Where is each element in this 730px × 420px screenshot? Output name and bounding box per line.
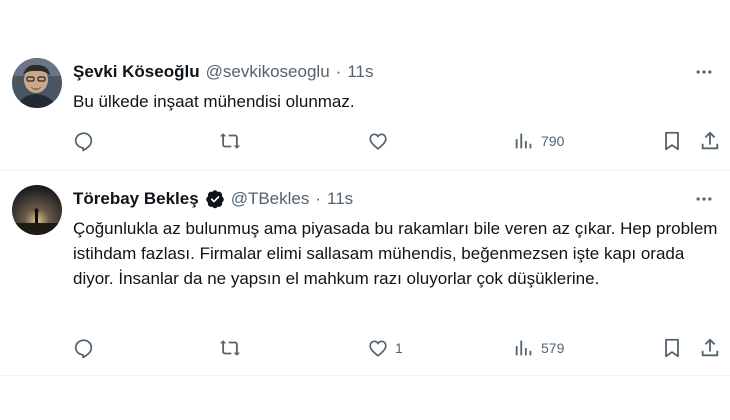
like-button[interactable]: 1 [367,333,403,363]
avatar[interactable] [12,58,62,108]
separator-dot: · [335,62,342,81]
tweet-card[interactable]: Törebay Bekleş @TBekles · 11s Çoğunlukla… [0,171,730,376]
tweet-card[interactable]: Şevki Köseoğlu @sevkikoseoglu · 11s Bu ü… [0,40,730,171]
timestamp[interactable]: 11s [327,189,353,209]
tweet-actions: 1 579 [73,333,722,363]
views-count: 579 [541,340,565,356]
tweet-header: Şevki Köseoğlu @sevkikoseoglu · 11s [73,60,373,84]
share-icon [701,131,719,150]
more-icon [696,197,712,201]
bookmark-icon [665,338,679,358]
display-name[interactable]: Törebay Bekleş [73,189,199,209]
separator-dot: · [315,189,322,208]
retweet-button[interactable] [219,333,247,363]
retweet-icon [219,133,241,149]
avatar[interactable] [12,185,62,235]
verified-badge [205,189,225,209]
reply-button[interactable] [73,333,101,363]
views-button[interactable]: 790 [513,126,564,156]
bookmark-button[interactable] [661,333,683,363]
retweet-icon [219,340,241,356]
retweet-button[interactable] [219,126,247,156]
more-options-button[interactable] [692,187,716,211]
views-icon [515,133,532,149]
share-button[interactable] [699,333,721,363]
more-options-button[interactable] [692,60,716,84]
user-handle[interactable]: @sevkikoseoglu [206,62,330,82]
tweet-text: Bu ülkede inşaat mühendisi olunmaz. [73,92,355,111]
views-button[interactable]: 579 [513,333,564,363]
like-icon [369,340,387,357]
tweet-text: Çoğunlukla az bulunmuş ama piyasada bu r… [73,219,718,288]
display-name[interactable]: Şevki Köseoğlu [73,62,200,82]
like-count: 1 [395,340,403,356]
reply-icon [74,339,93,359]
views-icon [515,340,532,356]
reply-icon [74,132,93,152]
views-count: 790 [541,133,565,149]
tweet-actions: 790 [73,126,722,156]
share-button[interactable] [699,126,721,156]
bookmark-button[interactable] [661,126,683,156]
more-icon [696,70,712,74]
user-handle[interactable]: @TBekles [231,189,310,209]
like-icon [369,133,387,150]
reply-button[interactable] [73,126,101,156]
bookmark-icon [665,131,679,151]
tweet-header: Törebay Bekleş @TBekles · 11s [73,187,353,211]
verified-icon [205,190,224,209]
like-button[interactable] [367,126,395,156]
share-icon [701,338,719,357]
timestamp[interactable]: 11s [347,62,373,82]
